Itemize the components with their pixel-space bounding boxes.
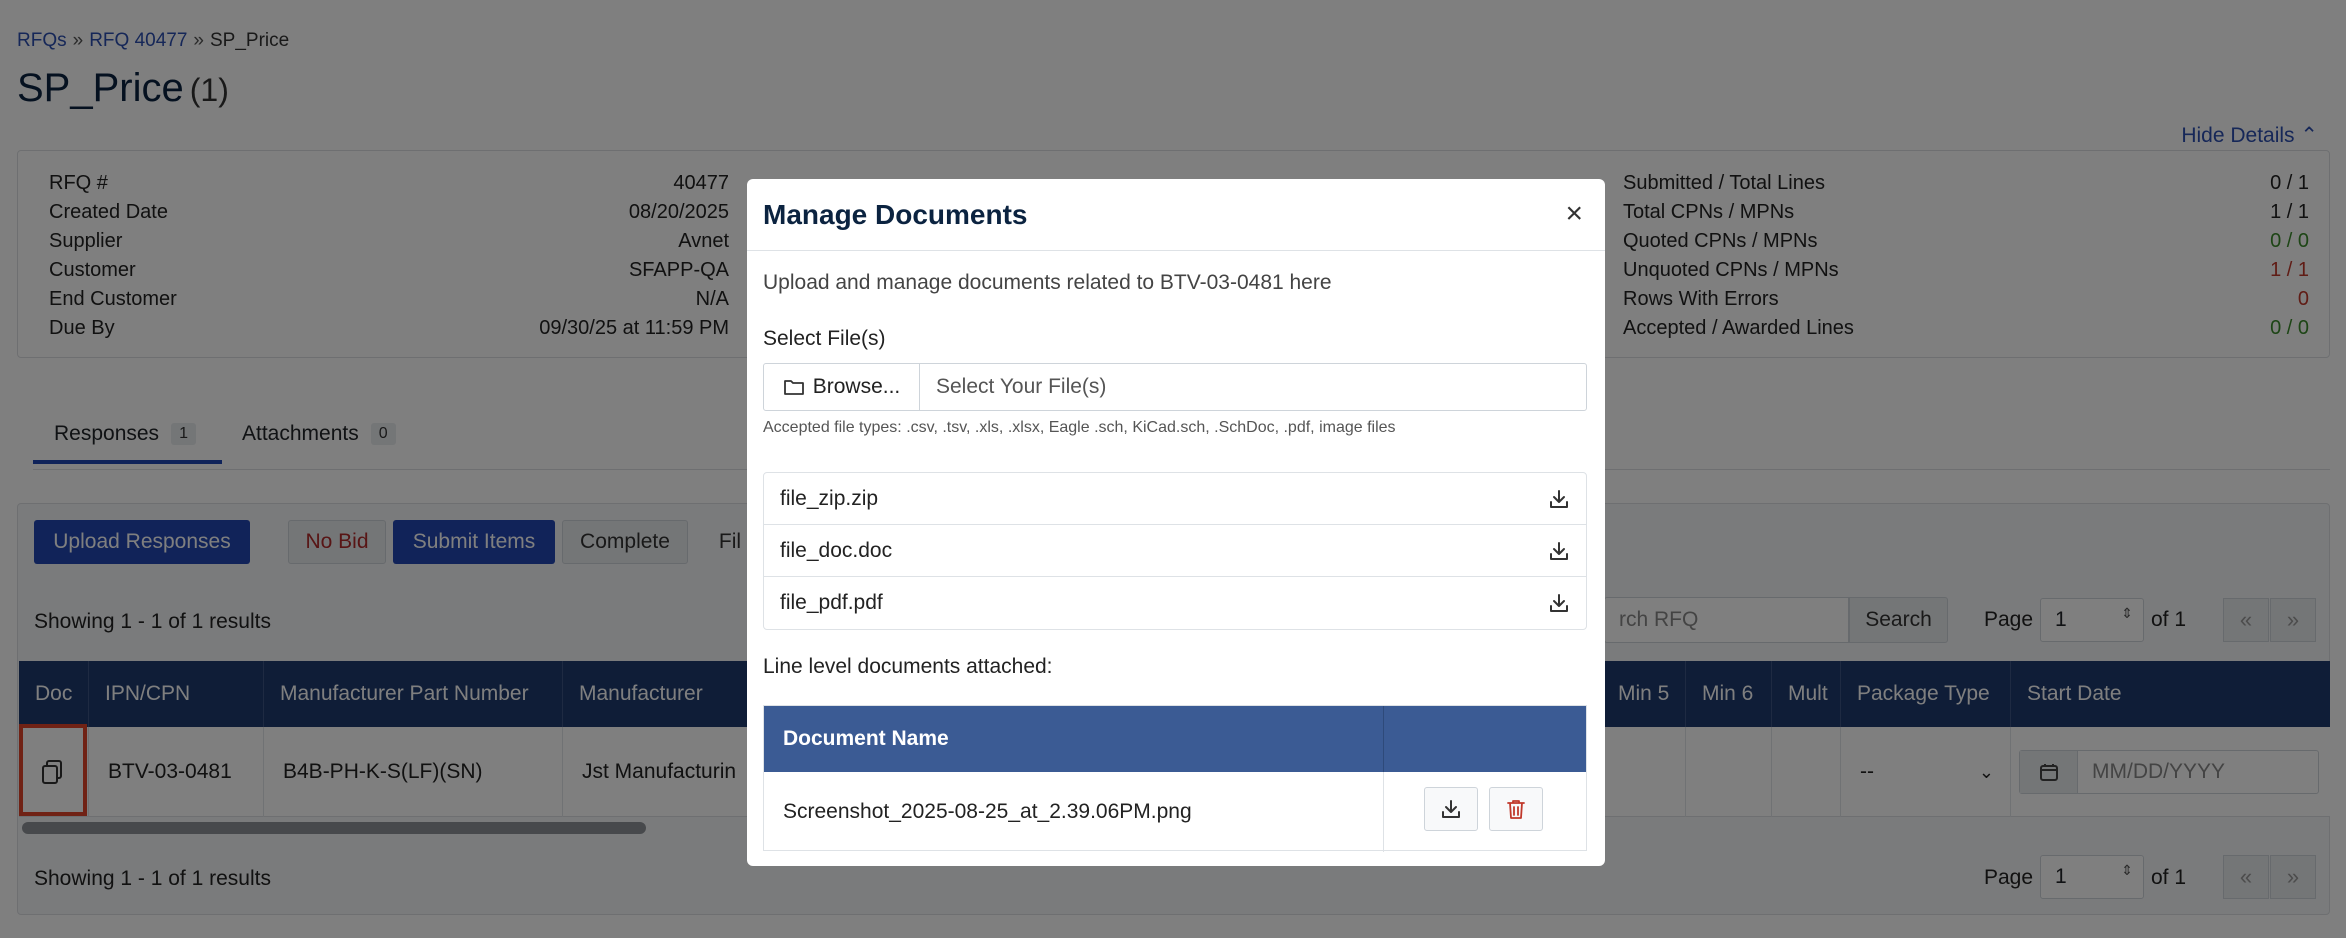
- select-files-label: Select File(s): [763, 327, 886, 350]
- modal-title: Manage Documents: [763, 199, 1028, 230]
- modal-header: Manage Documents ×: [747, 179, 1605, 251]
- delete-document-button[interactable]: [1489, 787, 1543, 831]
- modal-intro-text: Upload and manage documents related to B…: [763, 271, 1332, 294]
- file-input-placeholder[interactable]: Select Your File(s): [936, 364, 1106, 410]
- download-icon[interactable]: [1548, 488, 1570, 510]
- line-documents-table-header: Document Name: [764, 706, 1586, 772]
- line-docs-label: Line level documents attached:: [763, 655, 1053, 678]
- file-name: file_zip.zip: [780, 486, 879, 510]
- folder-icon: [783, 380, 804, 395]
- page-root: RFQs»RFQ 40477»SP_Price SP_Price(1) Hide…: [0, 0, 2346, 938]
- download-icon: [1442, 800, 1460, 818]
- file-name: file_doc.doc: [780, 538, 893, 562]
- accepted-file-types: Accepted file types: .csv, .tsv, .xls, .…: [763, 419, 1396, 436]
- download-icon[interactable]: [1548, 540, 1570, 562]
- col-header-document-name: Document Name: [764, 706, 1384, 772]
- file-input-group[interactable]: Browse... Select Your File(s): [763, 363, 1587, 411]
- list-item: file_zip.zip: [764, 473, 1586, 525]
- manage-documents-modal: Manage Documents × Upload and manage doc…: [747, 179, 1605, 866]
- download-document-button[interactable]: [1424, 787, 1478, 831]
- list-item: file_doc.doc: [764, 525, 1586, 577]
- file-name: file_pdf.pdf: [780, 591, 883, 614]
- trash-icon: [1507, 800, 1525, 819]
- line-documents-table: Document Name Screenshot_2025-08-25_at_2…: [763, 705, 1587, 852]
- uploaded-files-list: file_zip.zip file_doc.doc file_pdf.pdf: [763, 472, 1587, 630]
- browse-button[interactable]: Browse...: [764, 364, 920, 410]
- close-icon[interactable]: ×: [1565, 197, 1583, 231]
- table-row: Screenshot_2025-08-25_at_2.39.06PM.png: [764, 772, 1586, 852]
- download-icon[interactable]: [1548, 592, 1570, 614]
- browse-label: Browse...: [812, 375, 901, 398]
- document-name-cell: Screenshot_2025-08-25_at_2.39.06PM.png: [764, 772, 1384, 852]
- list-item: file_pdf.pdf: [764, 577, 1586, 629]
